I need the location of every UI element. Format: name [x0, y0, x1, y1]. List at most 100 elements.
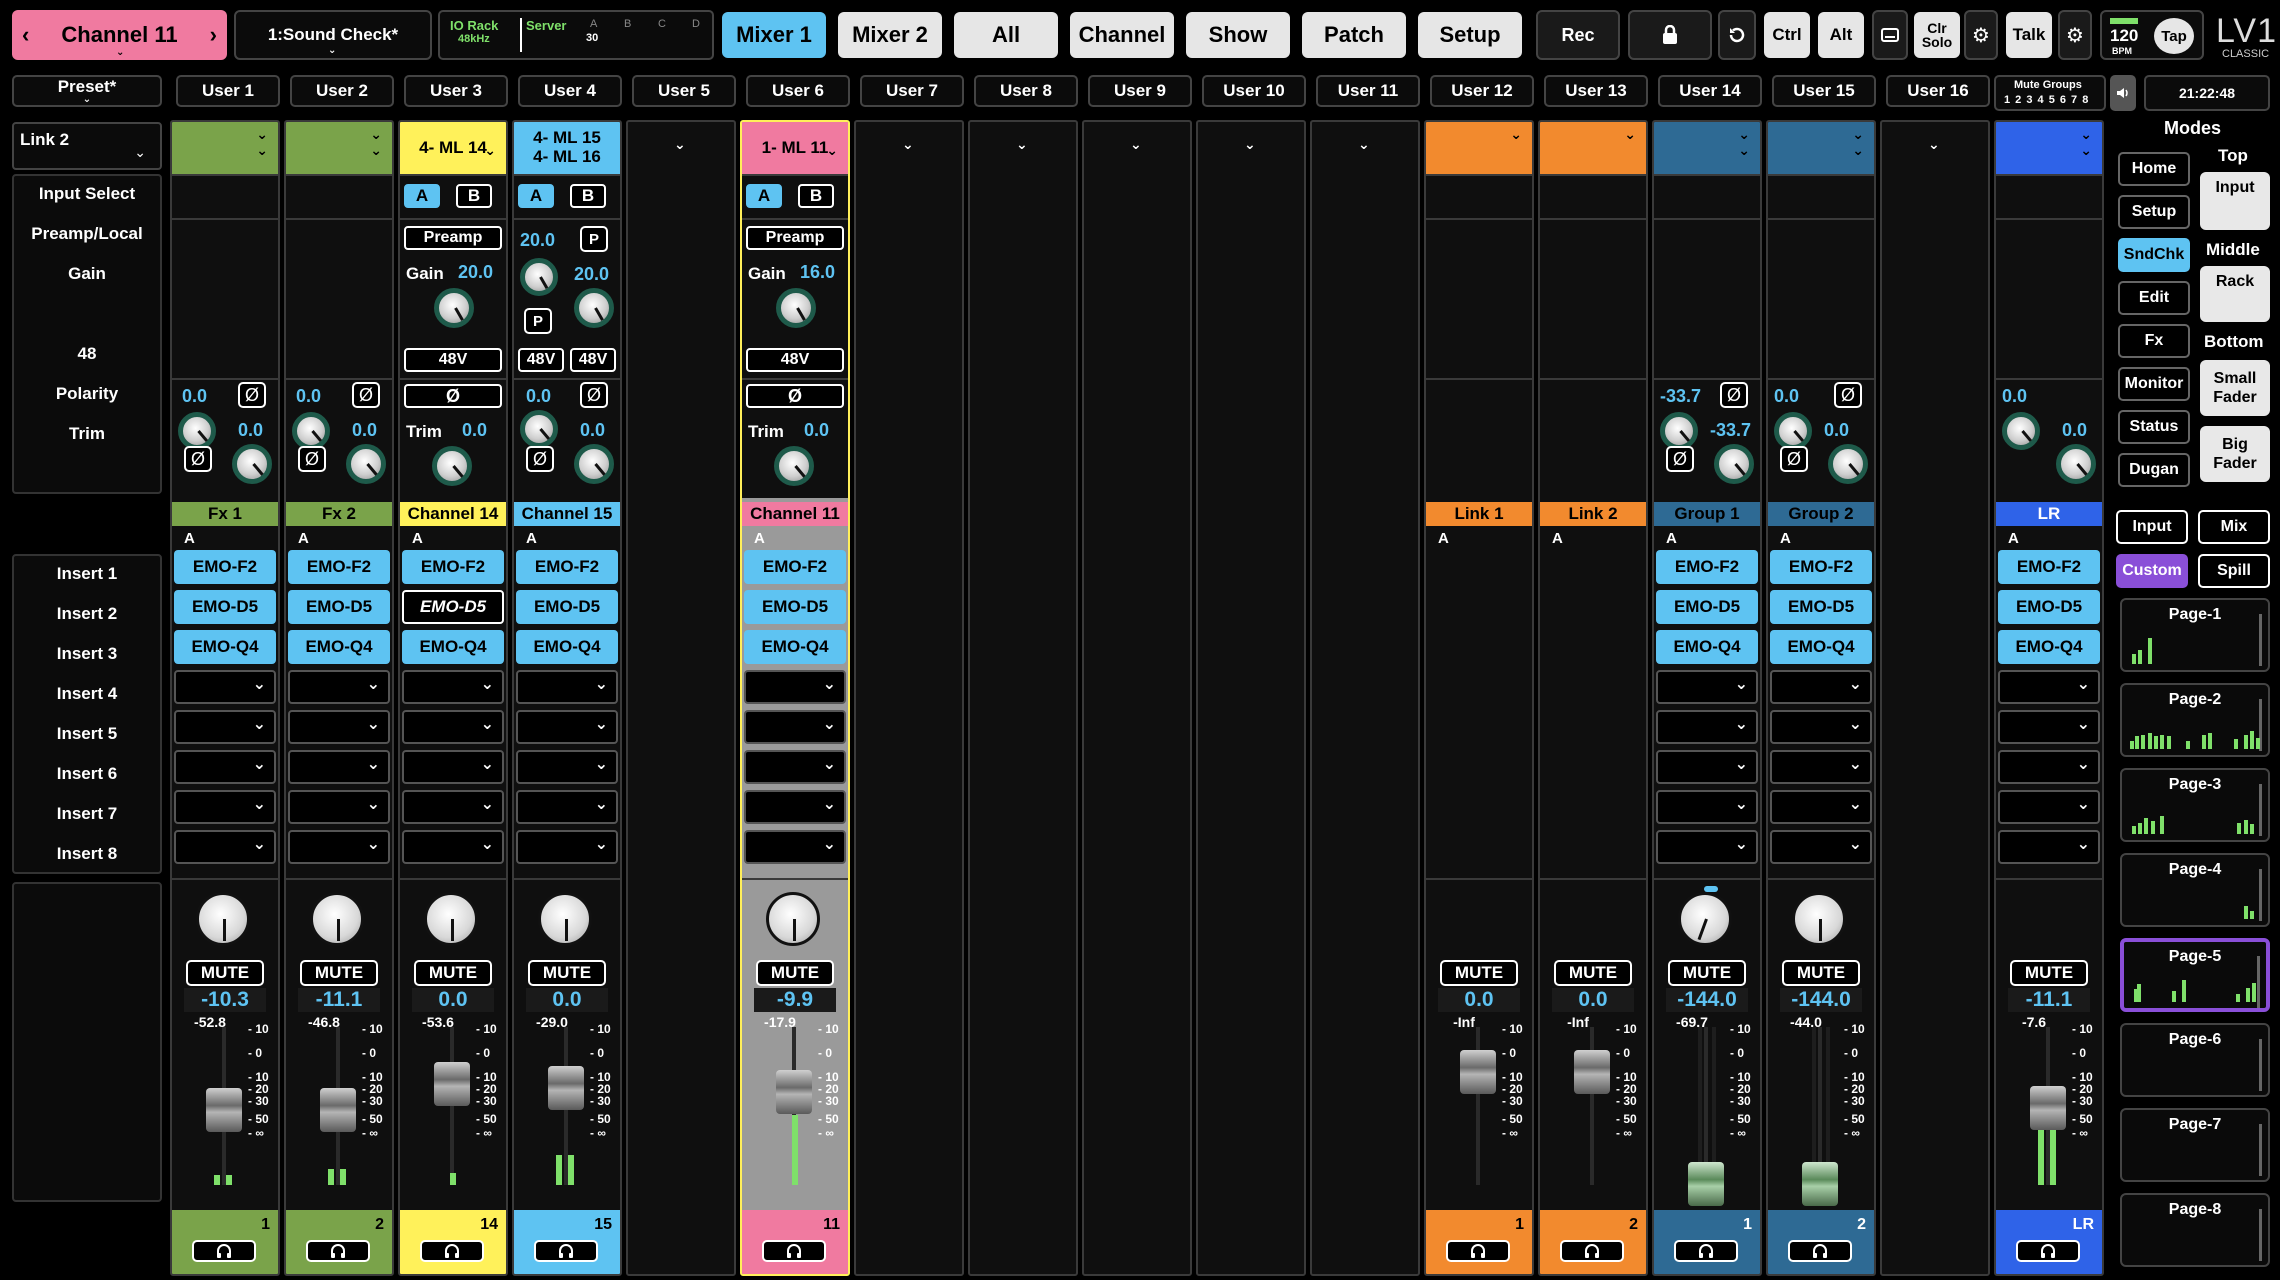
strip-name[interactable]: Fx 2: [286, 502, 392, 526]
insert-slot-5[interactable]: [1998, 710, 2100, 744]
page-5-button[interactable]: Page-5: [2120, 938, 2270, 1012]
insert-slot-8[interactable]: [1998, 830, 2100, 864]
lock-button[interactable]: [1628, 10, 1712, 60]
strip-header[interactable]: 1- ML 11 ⌄: [742, 122, 848, 174]
insert-slot-3[interactable]: EMO-Q4: [1770, 630, 1872, 664]
mute-button[interactable]: MUTE: [186, 960, 264, 986]
user-button-5[interactable]: User 5: [632, 75, 736, 107]
insert-slot-4[interactable]: [1656, 670, 1758, 704]
trim-knob[interactable]: [774, 446, 814, 486]
talk-settings-button[interactable]: ⚙: [2058, 10, 2092, 60]
mute-button[interactable]: MUTE: [1668, 960, 1746, 986]
insert-slot-6[interactable]: [744, 750, 846, 784]
preset-dropdown[interactable]: Preset* ⌄: [12, 75, 162, 107]
insert-slot-7[interactable]: [402, 790, 504, 824]
trim-knob-right[interactable]: [574, 444, 614, 484]
chevron-down-icon[interactable]: ⌄: [674, 136, 686, 153]
insert-slot-2[interactable]: EMO-D5: [1770, 590, 1872, 624]
level-knob-2[interactable]: [1828, 444, 1868, 484]
chevron-down-icon[interactable]: ⌄: [902, 136, 914, 153]
mute-button[interactable]: MUTE: [1782, 960, 1860, 986]
fader-cap[interactable]: [1688, 1162, 1724, 1206]
insert-slot-8[interactable]: [288, 830, 390, 864]
insert-slot-4[interactable]: [1770, 670, 1872, 704]
nav-channel[interactable]: Channel: [1070, 12, 1174, 58]
mute-groups[interactable]: Mute Groups 1 2 3 4 5 6 7 8: [1994, 75, 2106, 111]
layout-custom-button[interactable]: Custom: [2116, 554, 2188, 588]
insert-slot-5[interactable]: [402, 710, 504, 744]
insert-slot-2[interactable]: EMO-D5: [288, 590, 390, 624]
mode-monitor-button[interactable]: Monitor: [2118, 367, 2190, 401]
insert-slot-3[interactable]: EMO-Q4: [288, 630, 390, 664]
input-b-button[interactable]: B: [798, 184, 834, 208]
fader-cap[interactable]: [320, 1088, 356, 1132]
insert-slot-3[interactable]: EMO-Q4: [744, 630, 846, 664]
phantom-48v-button[interactable]: 48V: [746, 348, 844, 372]
nav-all[interactable]: All: [954, 12, 1058, 58]
insert-slot-8[interactable]: [1770, 830, 1872, 864]
user-button-16[interactable]: User 16: [1886, 75, 1990, 107]
solo-headphones-button[interactable]: [1446, 1240, 1510, 1262]
pan-knob[interactable]: [1678, 892, 1732, 946]
solo-headphones-button[interactable]: [534, 1240, 598, 1262]
strip-header[interactable]: ⌄: [1426, 122, 1532, 174]
strip-name[interactable]: Fx 1: [172, 502, 278, 526]
fader-cap[interactable]: [434, 1062, 470, 1106]
strip-header[interactable]: 4- ML 14 ⌄: [400, 122, 506, 174]
strip-name[interactable]: Link 2: [1540, 502, 1646, 526]
strip-name[interactable]: Link 1: [1426, 502, 1532, 526]
mute-button[interactable]: MUTE: [2010, 960, 2088, 986]
polarity-button[interactable]: Ø: [526, 446, 554, 472]
preamp-local-button[interactable]: P: [524, 308, 552, 334]
input-a-button[interactable]: A: [518, 184, 554, 208]
insert-slot-3[interactable]: EMO-Q4: [174, 630, 276, 664]
strip-header[interactable]: ⌄ ⌄: [172, 122, 278, 174]
strip-name[interactable]: Channel 14: [400, 502, 506, 526]
user-button-11[interactable]: User 11: [1316, 75, 1420, 107]
strip-header[interactable]: ⌄ ⌄: [286, 122, 392, 174]
insert-slot-8[interactable]: [1656, 830, 1758, 864]
input-a-button[interactable]: A: [404, 184, 440, 208]
mode-sndchk-button[interactable]: SndChk: [2118, 238, 2190, 272]
solo-headphones-button[interactable]: [192, 1240, 256, 1262]
polarity-button[interactable]: Ø: [580, 382, 608, 408]
level-knob[interactable]: [2002, 412, 2040, 450]
mode-middle-rack[interactable]: Rack: [2200, 266, 2270, 322]
input-b-button[interactable]: B: [570, 184, 606, 208]
link-selector[interactable]: Link 2 ⌄: [12, 122, 162, 170]
page-3-button[interactable]: Page-3: [2120, 768, 2270, 842]
preamp-button[interactable]: Preamp: [746, 226, 844, 250]
polarity-button[interactable]: Ø: [746, 384, 844, 408]
chevron-down-icon[interactable]: ⌄: [1928, 136, 1940, 153]
polarity-button[interactable]: Ø: [184, 446, 212, 472]
gain-knob-right[interactable]: [574, 288, 614, 328]
level-knob-2[interactable]: [2056, 444, 2096, 484]
insert-slot-3[interactable]: EMO-Q4: [1998, 630, 2100, 664]
nav-mixer2[interactable]: Mixer 2: [838, 12, 942, 58]
solo-headphones-button[interactable]: [420, 1240, 484, 1262]
pan-knob[interactable]: [310, 892, 364, 946]
gain-knob[interactable]: [292, 412, 330, 450]
strip-header[interactable]: ⌄ ⌄: [1996, 122, 2102, 174]
user-button-7[interactable]: User 7: [860, 75, 964, 107]
page-6-button[interactable]: Page-6: [2120, 1023, 2270, 1097]
strip-name[interactable]: Group 1: [1654, 502, 1760, 526]
channel-selector[interactable]: ‹ Channel 11 › ⌄: [12, 10, 227, 60]
pan-knob[interactable]: [196, 892, 250, 946]
layout-spill-button[interactable]: Spill: [2198, 554, 2270, 588]
solo-headphones-button[interactable]: [762, 1240, 826, 1262]
clr-solo-button[interactable]: Clr Solo: [1914, 12, 1960, 58]
solo-settings-button[interactable]: ⚙: [1964, 10, 1998, 60]
page-4-button[interactable]: Page-4: [2120, 853, 2270, 927]
insert-slot-8[interactable]: [174, 830, 276, 864]
page-1-button[interactable]: Page-1: [2120, 598, 2270, 672]
insert-slot-6[interactable]: [1770, 750, 1872, 784]
insert-slot-6[interactable]: [516, 750, 618, 784]
input-b-button[interactable]: B: [456, 184, 492, 208]
insert-slot-4[interactable]: [402, 670, 504, 704]
strip-name[interactable]: Channel 15: [514, 502, 620, 526]
insert-slot-8[interactable]: [516, 830, 618, 864]
user-button-10[interactable]: User 10: [1202, 75, 1306, 107]
insert-slot-6[interactable]: [174, 750, 276, 784]
insert-slot-6[interactable]: [288, 750, 390, 784]
